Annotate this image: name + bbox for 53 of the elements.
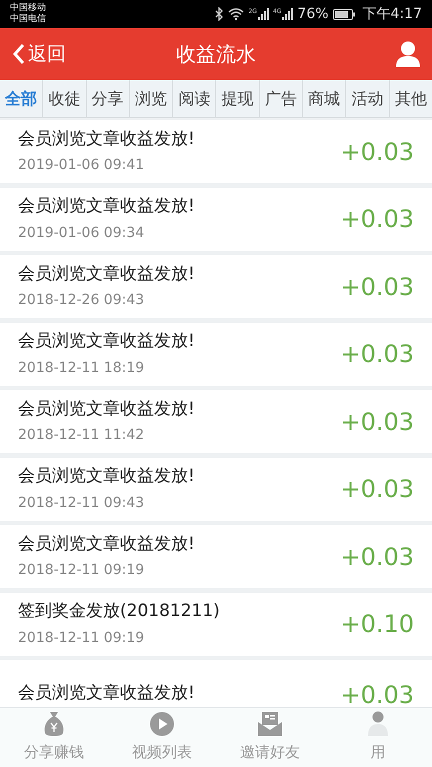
money-bag-icon: [43, 711, 65, 738]
record-amount: +0.03: [340, 136, 414, 168]
filter-tab[interactable]: 阅读: [173, 80, 216, 117]
carrier-name: 中国电信: [10, 14, 46, 25]
carrier-name: 中国移动: [10, 3, 46, 14]
battery-percent: 76%: [297, 4, 329, 24]
record-time: 2018-12-11 09:19: [18, 561, 146, 580]
record-title: 会员浏览文章收益发放!: [18, 195, 195, 218]
back-button[interactable]: 返回: [12, 40, 66, 68]
filter-tab[interactable]: 提现: [216, 80, 260, 117]
record-amount: +0.03: [340, 204, 414, 235]
record-title: 会员浏览文章收益发放!: [18, 682, 195, 705]
record-title: 会员浏览文章收益发放!: [18, 532, 195, 556]
user-icon: [367, 711, 389, 738]
record-title: 会员浏览文章收益发放!: [18, 398, 195, 421]
play-icon: [149, 711, 175, 738]
record-amount: +0.03: [340, 406, 414, 438]
record-time: 2018-12-11 09:43: [18, 494, 146, 513]
record-title: 会员浏览文章收益发放!: [18, 330, 195, 354]
page-title: 收益流水: [176, 41, 256, 68]
record-title: 签到奖金发放(20181211): [18, 600, 220, 624]
clock: 下午4:17: [362, 4, 422, 24]
battery-icon: [332, 8, 355, 20]
record-time: 2018-12-11 18:19: [18, 358, 146, 378]
record-title: 会员浏览文章收益发放!: [18, 262, 195, 286]
record-amount: +0.03: [340, 542, 414, 572]
back-chevron-icon: [12, 43, 26, 65]
record-amount: +0.10: [340, 609, 414, 640]
record-amount: +0.03: [340, 339, 414, 370]
record-title: 会员浏览文章收益发放!: [18, 128, 195, 151]
filter-tab[interactable]: 活动: [346, 80, 390, 117]
filter-tab[interactable]: 商城: [303, 80, 346, 117]
record-time: 2018-12-11 09:19: [18, 628, 146, 648]
signal-icon: [282, 8, 294, 20]
record-time: 2019-01-06 09:34: [18, 224, 146, 243]
record-title: 会员浏览文章收益发放!: [18, 465, 195, 488]
record-time: 2018-12-26 09:43: [18, 291, 146, 310]
filter-tab[interactable]: 广告: [260, 80, 304, 117]
bluetooth-icon: [214, 7, 224, 21]
filter-tab[interactable]: 浏览: [130, 80, 174, 117]
record-time: 2018-12-11 11:42: [18, 426, 146, 446]
record-time: 2019-01-06 09:41: [18, 156, 146, 176]
filter-tab[interactable]: 分享: [86, 80, 130, 117]
wifi-icon: [228, 7, 244, 21]
filter-tab[interactable]: 全部: [0, 80, 44, 117]
record-amount: +0.03: [340, 474, 414, 505]
signal-icon: [258, 8, 269, 20]
record-amount: +0.03: [340, 680, 414, 710]
envelope-icon: [257, 711, 283, 738]
user-icon[interactable]: [396, 41, 420, 67]
record-amount: +0.03: [340, 272, 414, 302]
filter-tab[interactable]: 收徒: [43, 80, 87, 117]
filter-tab[interactable]: 其他: [390, 80, 432, 117]
